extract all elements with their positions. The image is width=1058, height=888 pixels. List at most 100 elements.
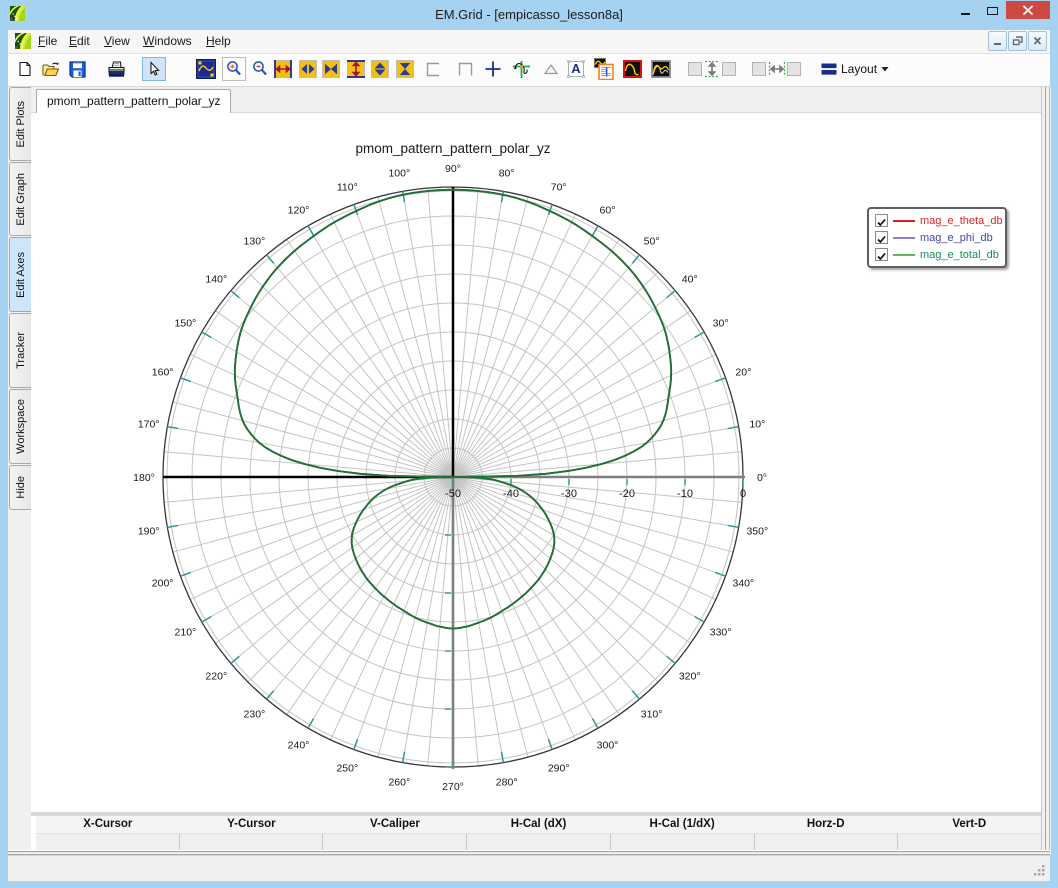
angle-label: 270° xyxy=(442,781,464,793)
zoom-out-button[interactable] xyxy=(248,57,272,81)
save-file-button[interactable] xyxy=(65,57,89,81)
tracker-col-header: Y-Cursor xyxy=(227,818,276,830)
angle-label: 160° xyxy=(152,366,174,378)
layout-icon xyxy=(821,63,837,75)
triangle-button[interactable] xyxy=(539,57,563,81)
legend-checkbox[interactable] xyxy=(875,231,888,244)
square-right-h-button[interactable] xyxy=(782,57,806,81)
expand-y-icon xyxy=(347,60,365,78)
maximize-button[interactable] xyxy=(981,0,1005,19)
minimize-icon xyxy=(961,13,970,15)
minimize-button[interactable] xyxy=(950,0,980,19)
mdi-minimize-button[interactable] xyxy=(988,31,1007,51)
legend-checkbox[interactable] xyxy=(875,214,888,227)
angle-label: 220° xyxy=(205,671,227,683)
angle-label: 290° xyxy=(548,762,570,774)
crosshair-button[interactable] xyxy=(481,57,505,81)
sidebar-tab-hide[interactable]: Hide xyxy=(9,465,31,510)
open-file-icon xyxy=(42,61,60,76)
expand-y-button[interactable] xyxy=(344,57,368,81)
arrows-out-x-button[interactable] xyxy=(296,57,320,81)
square-right-v-icon xyxy=(722,62,736,76)
document-logo-icon[interactable] xyxy=(15,33,31,49)
graph-dark-button[interactable] xyxy=(649,57,673,81)
tracker-col-header: Vert-D xyxy=(952,818,987,830)
angle-label: 320° xyxy=(679,671,701,683)
mdi-close-button[interactable] xyxy=(1028,31,1047,51)
menu-windows[interactable]: Windows xyxy=(135,30,200,53)
resize-grip[interactable] xyxy=(1034,865,1048,879)
mdi-restore-button[interactable] xyxy=(1008,31,1027,51)
angle-label: 100° xyxy=(388,168,410,180)
print-button[interactable] xyxy=(104,57,128,81)
legend-row: mag_e_total_db xyxy=(869,246,1005,263)
legend-line-sample xyxy=(893,253,915,256)
open-file-button[interactable] xyxy=(39,57,63,81)
arrows-out-y-button[interactable] xyxy=(368,57,392,81)
layout-button[interactable]: Layout xyxy=(821,57,889,81)
menu-view[interactable]: View xyxy=(96,30,138,53)
angle-label: 200° xyxy=(152,578,174,590)
chart-title: pmom_pattern_pattern_polar_yz xyxy=(355,141,550,156)
client-area: File Edit View Windows Help A Layout Edit Plo… xyxy=(8,30,1051,880)
title-bar: EM.Grid - [empicasso_lesson8a] xyxy=(0,0,1058,30)
sidebar-tab-edit-plots[interactable]: Edit Plots xyxy=(9,87,31,161)
legend-row: mag_e_phi_db xyxy=(869,229,1005,246)
crosshair-icon xyxy=(485,61,501,77)
text-annotation-icon: A xyxy=(567,60,585,78)
square-right-v-button[interactable] xyxy=(717,57,741,81)
angle-label: 0° xyxy=(757,472,767,484)
zoom-out-icon xyxy=(253,61,267,76)
select-cursor-icon xyxy=(150,61,160,76)
angle-label: 120° xyxy=(288,204,310,216)
angle-label: 250° xyxy=(336,762,358,774)
tracker-col-header: Horz-D xyxy=(806,818,845,830)
bowtie-y-icon xyxy=(396,60,414,78)
expand-x-button[interactable] xyxy=(271,57,295,81)
fit-view-button[interactable] xyxy=(194,57,218,81)
sidebar-tab-workspace[interactable]: Workspace xyxy=(9,389,31,464)
sidebar-tab-tracker[interactable]: Tracker xyxy=(9,313,31,388)
angle-label: 150° xyxy=(175,318,197,330)
bowtie-x-button[interactable] xyxy=(319,57,343,81)
angle-label: 20° xyxy=(735,366,751,378)
corner-bottom-button[interactable] xyxy=(421,57,445,81)
mdi-right-edge xyxy=(1041,87,1051,855)
angle-label: 90° xyxy=(445,163,461,175)
fit-view-icon xyxy=(196,59,216,79)
document-tab[interactable]: pmom_pattern_pattern_polar_yz xyxy=(36,89,232,113)
radial-tick-label: -30 xyxy=(561,488,577,500)
expand-x-icon xyxy=(274,60,292,78)
radial-tick-label: -40 xyxy=(503,488,519,500)
plot-with-legend-button[interactable] xyxy=(592,57,616,81)
close-button[interactable] xyxy=(1006,1,1050,19)
legend-row: mag_e_theta_db xyxy=(869,212,1005,229)
sidebar-tab-edit-graph[interactable]: Edit Graph xyxy=(9,162,31,236)
graph-red-button[interactable] xyxy=(620,57,644,81)
select-cursor-button[interactable] xyxy=(142,57,166,81)
angle-label: 230° xyxy=(244,709,266,721)
legend-checkbox[interactable] xyxy=(875,248,888,261)
sidebar-tab-label: Edit Graph xyxy=(14,172,27,226)
zoom-in-button[interactable] xyxy=(222,57,246,81)
corner-top-button[interactable] xyxy=(453,57,477,81)
toolbar: A Layout xyxy=(8,54,1050,87)
angle-label: 50° xyxy=(644,235,660,247)
angle-label: 330° xyxy=(710,627,732,639)
zoom-in-icon xyxy=(227,61,241,76)
radial-tick-label: -50 xyxy=(445,488,461,500)
menu-help[interactable]: Help xyxy=(198,30,239,53)
plot-area: pmom_pattern_pattern_polar_yz -50 -40 -30 -2… xyxy=(31,113,1041,812)
tracker-marker-icon xyxy=(512,60,530,78)
window-title: EM.Grid - [empicasso_lesson8a] xyxy=(435,7,623,22)
menu-edit[interactable]: Edit xyxy=(61,30,98,53)
text-annotation-button[interactable]: A xyxy=(564,57,588,81)
tracker-marker-button[interactable] xyxy=(509,57,533,81)
tracker-col-value xyxy=(898,834,1041,850)
sidebar-tab-edit-axes[interactable]: Edit Axes xyxy=(9,237,31,312)
legend-label: mag_e_theta_db xyxy=(920,214,1003,227)
angle-label: 300° xyxy=(597,740,619,752)
new-file-button[interactable] xyxy=(13,57,37,81)
document-tab-bar: pmom_pattern_pattern_polar_yz xyxy=(31,87,1041,113)
bowtie-y-button[interactable] xyxy=(393,57,417,81)
